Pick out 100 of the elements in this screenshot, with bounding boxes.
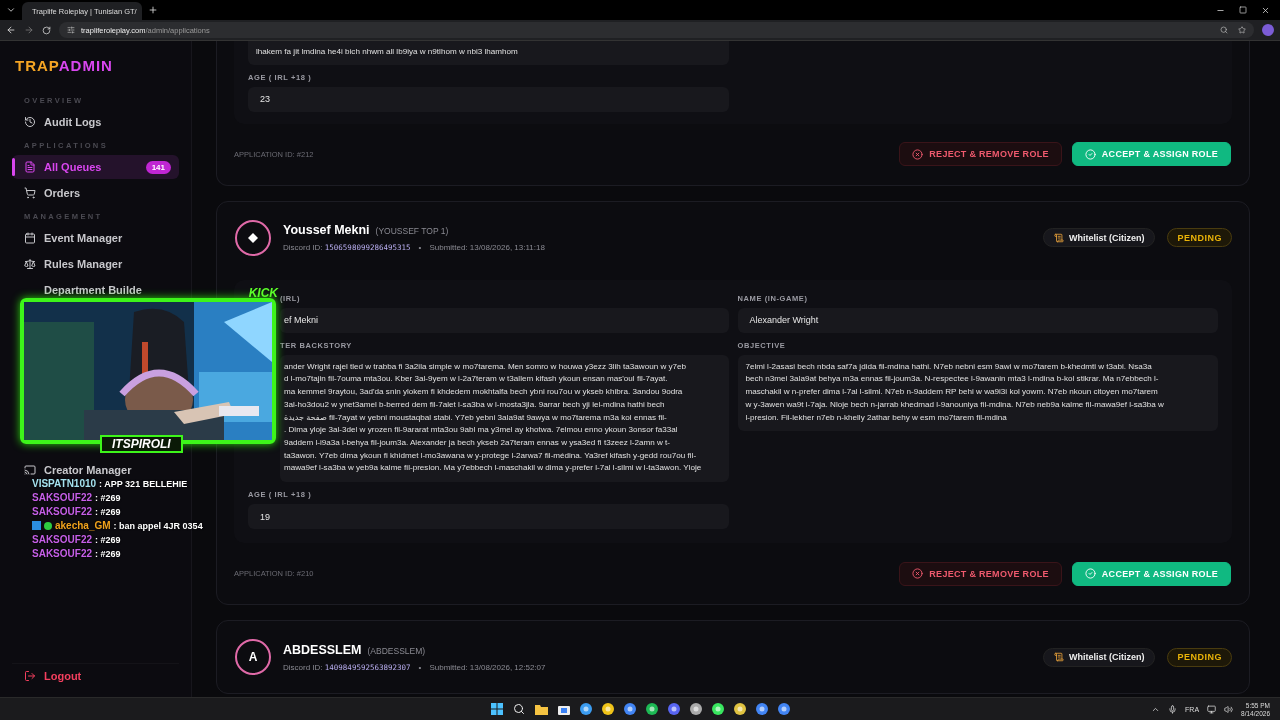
document-icon: [24, 161, 36, 173]
folder-icon[interactable]: [534, 703, 548, 715]
streamer-name: ITSPIROLI: [100, 435, 183, 453]
chat-username: SAKSOUF22: [32, 548, 92, 559]
scale-icon: [24, 258, 36, 270]
new-tab-icon[interactable]: [148, 5, 158, 15]
input-field[interactable]: 23: [248, 86, 729, 112]
round-app-icon[interactable]: [579, 703, 592, 715]
text-line: ma kemmel 9raytou, 3ad'da snin ylokem fi khdedem mokhtalfa bech ybni rou7ou w ykseb khibra. 3andou 9odra: [284, 386, 684, 399]
text-line: 3al-ho3dou2 w ynet3amel b-berred dem fil-7alet l-sa3ba w l-mosta3jla. 9arrar bech yji lel-mdina hathi bech: [284, 398, 666, 411]
text-line: . Dima yloje 3al-3del w yrozen fil-9ararat mta3ou 9abl ma y3mel ay khotwa. 7elmou enno ykoun 3onsor fa33al: [284, 424, 679, 437]
volume-icon[interactable]: [1224, 705, 1234, 714]
chat-username: SAKSOUF22: [32, 492, 92, 503]
check-circle-icon: [1084, 568, 1096, 580]
text-line: l-presion. Fil-lekher n7eb n-khelly 2athar behy w esm mo7tarem fil-mdina: [745, 411, 1008, 424]
submitted-date: Submitted: 13/08/2026, 12:52:07: [429, 662, 546, 672]
chat-message: : #269: [95, 534, 121, 545]
chat-username: SAKSOUF22: [32, 506, 92, 517]
text-line: maschakil w n-prefer dima l-7al l-silmi. N7eb n-9addem RP behi w wa9i3i kol yowm. N7eb nkoun citoyen mo7tarem: [745, 386, 1159, 399]
count-badge: 141: [145, 160, 171, 174]
status-badge: PENDING: [1167, 228, 1232, 248]
profile-icon[interactable]: [1262, 24, 1274, 36]
text-line: ander Wright rajel tled w trabba fi 3a2ila simple w mo7tarema. Men somro w houwa y3ezz 3lih ta3awoun w y7eb: [284, 360, 688, 373]
chat-message: : #269: [95, 548, 121, 559]
text-line: mawa9ef l-sa3ba w yeb9a kalme fil-presion. Ma y7ebbech l-maschakil w dima y-prefer l-7al l-silmi w l-ta3awon. Yloje: [284, 462, 703, 475]
search-icon[interactable]: [512, 703, 525, 715]
chat-username: SAKSOUF22: [32, 534, 92, 545]
type-badge: Whitelist (Citizen): [1043, 228, 1156, 248]
text-line: d l-mo7tajin fil-7ouma mta3ou. Kber 3al-9yem w l-2a7teram w t3allem kifash ykoun ensan mas'oul fil-7ayat.: [284, 373, 669, 386]
round-app-icon[interactable]: [689, 703, 702, 715]
cast-icon: [24, 464, 36, 476]
applicant-nickname: (YOUSSEF TOP 1): [375, 226, 449, 237]
reject-button[interactable]: REJECT & REMOVE ROLE: [899, 561, 1062, 586]
text-line: bech n3mel 3ala9at behya m3a ennas fil-joum3a. N-respectee l-9awanin mta3 l-mdina b-kol stikrar. Ma n7ebbech l-: [745, 373, 1160, 386]
input-field[interactable]: ef Mekni: [280, 307, 729, 333]
text-line: 9addem l-i9a3a l-behya fil-joum3a. Alexander ja bech ykseb 2a7teram ennas w ysa3ed fi t3zeez l-2amn w t-: [284, 436, 671, 449]
text-area[interactable]: [280, 354, 729, 483]
avatar: A: [235, 639, 271, 676]
sliders-icon[interactable]: [67, 26, 75, 34]
round-app-icon[interactable]: [601, 703, 614, 715]
text-line: lhakem fa jit lmdina he4i bich nhwm all lb9iya w n9tlhom w nbi3 lhamhom: [256, 46, 519, 58]
back-icon[interactable]: [6, 25, 16, 35]
star-icon[interactable]: [1238, 26, 1246, 34]
scroll-icon: [1054, 652, 1064, 663]
close-icon[interactable]: [1261, 5, 1270, 15]
applicant-nickname: (ABDESSLEM): [367, 645, 426, 656]
text-line: w y-3awen wa9t l-7aja. Nloje bech n-jarrab khedmad l-9anouniya fil-mdina. N7eb neb9a kalme fil-mawa9ef l-sa3ba w: [745, 398, 1165, 411]
platform-logo: KICK: [248, 286, 278, 300]
round-app-icon[interactable]: [667, 703, 680, 715]
mic-icon[interactable]: [1168, 705, 1178, 714]
tab-list-icon[interactable]: [6, 5, 16, 15]
chat-message: : #269: [95, 492, 121, 503]
nav-item[interactable]: Event Manager: [12, 226, 179, 250]
submitted-date: Submitted: 13/08/2026, 13:11:18: [429, 243, 545, 253]
round-app-icon[interactable]: [777, 703, 790, 715]
chat-message: : APP 321 BELLEHIE: [99, 478, 188, 489]
calendar-icon: [24, 232, 36, 244]
nav-item[interactable]: Orders: [12, 181, 179, 205]
input-field[interactable]: 19: [248, 504, 729, 530]
scroll-icon: [1054, 232, 1064, 243]
logout-icon: [24, 669, 36, 682]
text-line: ta3awon. Y7eb dima ykoun fi khidmet l-mo3awana w y-protege l-2arwa7 fil-médina. Ya3ref kifash y-gedd rou7ou fil-: [284, 449, 698, 462]
nav-item[interactable]: Department Builde: [12, 278, 179, 302]
zoom-icon[interactable]: [1220, 26, 1228, 34]
input-field[interactable]: Alexander Wright: [737, 307, 1218, 333]
text-line: 7elmi l-2asasi bech nbda saf7a jdida fil-mdina hathi. N7eb nebni esm 9awi w mo7tarem b-khedmti w t3abi. Nsa3a: [745, 360, 1153, 373]
round-app-icon[interactable]: [711, 703, 724, 715]
round-app-icon[interactable]: [645, 703, 658, 715]
type-badge: Whitelist (Citizen): [1043, 647, 1156, 667]
applicant-name: Youssef Mekni: [283, 223, 370, 238]
x-circle-icon: [912, 148, 924, 160]
round-app-icon[interactable]: [755, 703, 768, 715]
chat-message: : ban appel 4JR 0354: [113, 520, 203, 531]
applicant-name: ABDESSLEM: [283, 642, 362, 657]
chat-username: akecha_GM: [55, 520, 111, 531]
nav-item[interactable]: Audit Logs: [12, 110, 179, 134]
round-app-icon[interactable]: [623, 703, 636, 715]
separator-dot: •: [418, 662, 422, 672]
x-circle-icon: [912, 568, 924, 580]
history-icon: [24, 116, 36, 128]
grid-icon[interactable]: [490, 703, 503, 715]
nav-item[interactable]: Rules Manager: [12, 252, 179, 276]
text-line: صفحة جديدة fil-7ayat w yebni moustaqbal stabi. Y7eb yebni 3ala9at 9awya w mo7tarema m3a kol ennas fil-: [284, 411, 668, 424]
text-area[interactable]: lhakem fa jit lmdina he4i bich nhwm all lb9iya w n9tlhom w nbi3 lhamhom: [248, 41, 729, 65]
status-badge: PENDING: [1167, 647, 1232, 667]
cart-icon: [24, 187, 36, 199]
check-circle-icon: [1084, 148, 1096, 160]
round-app-icon[interactable]: [733, 703, 746, 715]
logo: TRAPADMIN: [14, 57, 114, 74]
reject-button[interactable]: REJECT & REMOVE ROLE: [899, 142, 1062, 167]
chat-username: VISPATN1010: [32, 478, 97, 489]
nav-item[interactable]: All Queues 141: [12, 155, 179, 179]
forward-icon[interactable]: [24, 25, 34, 35]
maximize-icon[interactable]: [1239, 5, 1247, 14]
reload-icon[interactable]: [42, 25, 51, 35]
diamond-icon: [248, 232, 258, 243]
monitor-icon[interactable]: [1207, 705, 1217, 714]
separator-dot: •: [418, 243, 422, 253]
logout-button[interactable]: Logout: [12, 663, 179, 687]
chat-message: : #269: [95, 506, 121, 517]
